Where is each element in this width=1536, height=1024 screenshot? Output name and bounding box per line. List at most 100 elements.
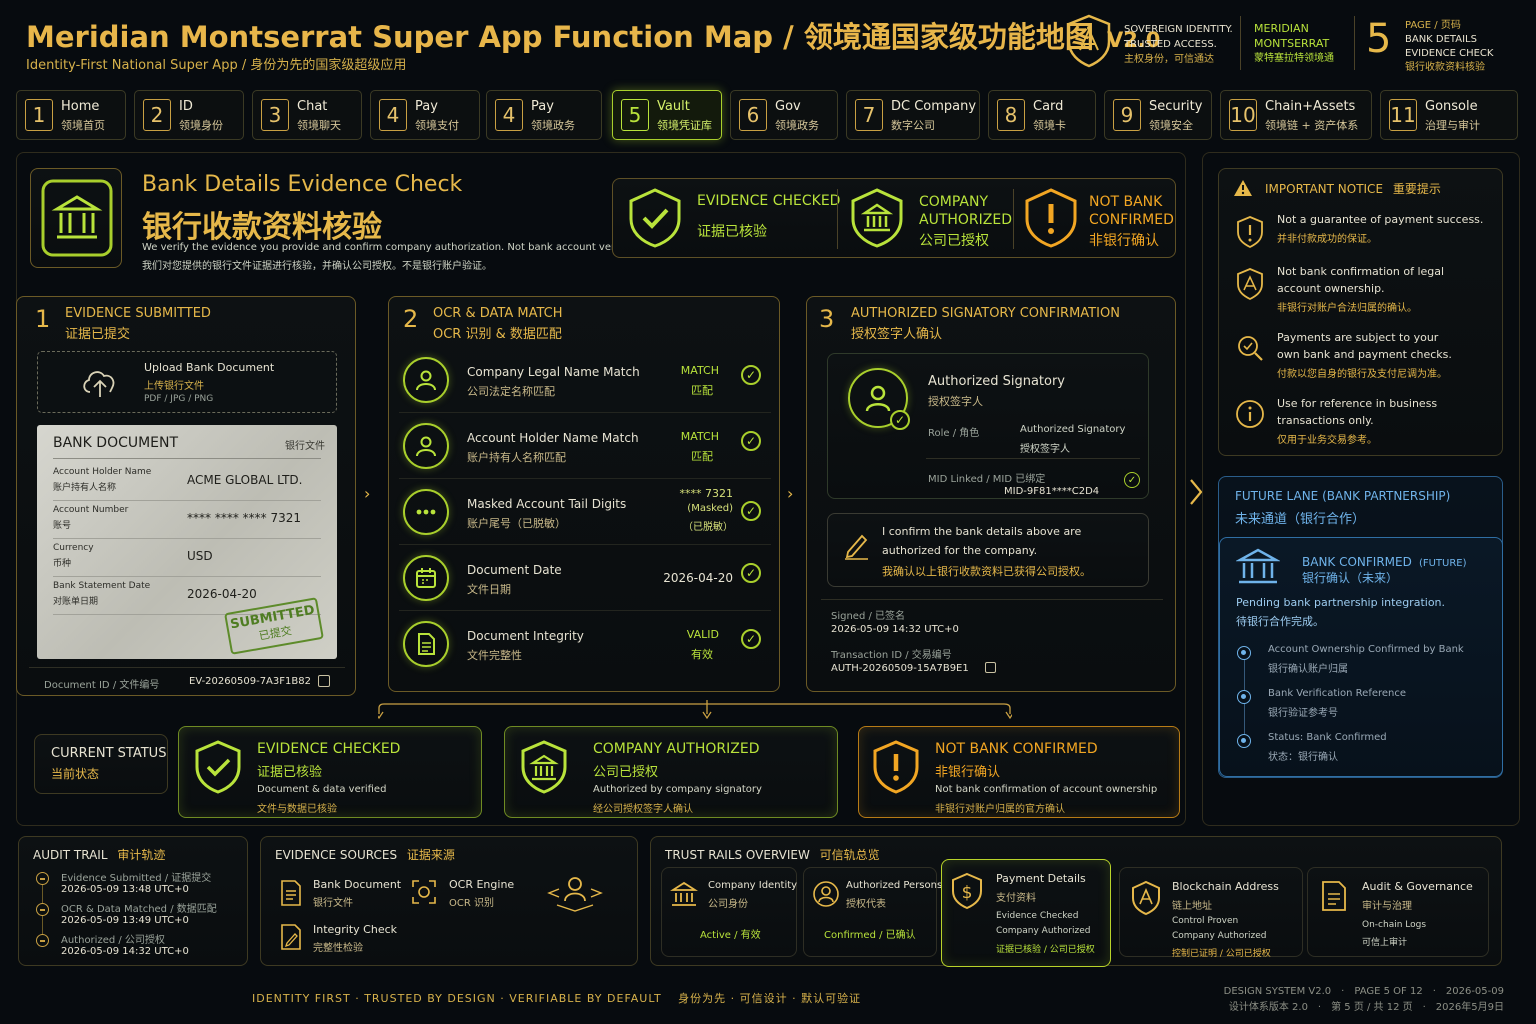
match-label-cn: 账户持有人名称匹配 [467,451,566,464]
rail-bank-icon [669,880,699,908]
match-label: Masked Account Tail Digits [467,497,627,511]
rail-company-identity[interactable]: Company Identity 公司身份 Active / 有效 [661,867,797,957]
rail-2-cn: 授权代表 [846,899,886,910]
match-value-2: (Masked) [687,503,733,514]
copy-tx-icon[interactable] [985,662,996,673]
notice-text-en-2: own bank and payment checks. [1277,348,1452,361]
dollar-shield-icon: $ [950,872,984,910]
nav-tab-number: 7 [855,99,883,131]
match-label-cn: 公司法定名称匹配 [467,385,555,398]
check-circle-icon: ✓ [741,563,761,583]
page-label-2: BANK DETAILS [1405,34,1477,45]
nav-tab-label: ID [179,99,193,114]
upload-dropzone[interactable]: Upload Bank Document 上传银行文件 PDF / JPG / … [37,351,337,413]
match-row: Masked Account Tail Digits 账户尾号（已脱敏） **** … [399,481,771,545]
nav-tab-number: 5 [621,99,649,131]
arrow-right-icon: › [364,484,371,503]
pending-en: Pending bank partnership integration. [1236,596,1446,609]
rail-blockchain-address[interactable]: Blockchain Address 链上地址 Control Proven C… [1119,867,1303,959]
nav-tab-9[interactable]: 8 Card 领境卡 [988,90,1096,140]
source-2-cn: OCR 识别 [449,898,494,909]
rail-audit-governance[interactable]: Audit & Governance 审计与治理 On-chain Logs 可… [1307,867,1489,957]
match-value: MATCH [680,364,719,377]
source-1-cn: 银行文件 [313,898,353,909]
badge-company-en-2: AUTHORIZED [919,212,1012,228]
nav-tab-label: Card [1033,99,1064,114]
notice-text-en: Payments are subject to your [1277,331,1439,344]
rail-1-cn: 公司身份 [708,899,748,910]
badge-notbank-en-2: CONFIRMED [1089,212,1174,228]
rails-title-cn: 可信轨总览 [819,848,880,862]
trust-rails-panel: TRUST RAILS OVERVIEW 可信轨总览 Company Ident… [650,836,1502,967]
audit-item: Evidence Submitted / 证据提交 2026-05-09 13:4… [35,869,245,899]
nav-tab-1[interactable]: 1 Home 领境首页 [16,90,126,140]
nav-tab-label: Gov [775,99,801,114]
step1-panel: 1 EVIDENCE SUBMITTED 证据已提交 Upload Bank D… [16,296,356,696]
nav-tab-7[interactable]: 6 Gov 领境政务 [730,90,838,140]
nav-tab-label-cn: 领境链 + 资产体系 [1265,119,1359,132]
nav-tab-11[interactable]: 10 Chain+Assets 领境链 + 资产体系 [1220,90,1372,140]
notice-item: Not a guarantee of payment success. 并非付款成… [1233,211,1493,271]
nav-tab-2[interactable]: 2 ID 领境身份 [134,90,244,140]
badge-notbank-cn: 非银行确认 [1089,233,1159,249]
notice-text-en: Use for reference in business [1277,397,1438,410]
hero-icon-box [30,168,122,268]
evidence-sources-panel: EVIDENCE SOURCES 证据来源 Bank Document 银行文件… [260,836,638,966]
check-circle-icon: ✓ [741,431,761,451]
audit-node-icon [36,903,49,916]
footer-meta-2: 设计体系版本 2.0 · 第 5 页 / 共 12 页 · 2026年5月9日 [1228,1002,1504,1013]
future-card-en: BANK CONFIRMED [1302,555,1412,569]
nav-tab-label-cn: 数字公司 [891,119,935,132]
nav-tab-label-cn: 领境政务 [531,119,575,132]
rail-authorized-persons[interactable]: Authorized Persons 授权代表 Confirmed / 已确认 [803,867,942,957]
doc-field-label: Currency [53,543,94,553]
status-label-box: CURRENT STATUS 当前状态 [34,734,168,794]
match-label: Company Legal Name Match [467,365,640,379]
nav-tab-label-cn: 领境支付 [415,119,459,132]
match-label-cn: 文件完整性 [467,649,522,662]
nav-tab-6[interactable]: 5 Vault 领境凭证库 [612,90,722,140]
match-value-cn: 匹配 [691,384,713,397]
audit-item: Authorized / 公司授权 2026-05-09 14:32 UTC+0 [35,931,245,961]
warning-shield-icon [1023,187,1079,249]
nav-tab-3[interactable]: 3 Chat 领境聊天 [252,90,362,140]
nav-tab-8[interactable]: 7 DC Company 数字公司 [846,90,980,140]
match-value-cn: 有效 [691,648,713,661]
nav-tab-4[interactable]: 4 Pay 领境支付 [370,90,480,140]
copy-icon[interactable] [318,675,330,687]
role-cn: 授权签字人 [1020,444,1070,455]
rail-payment-s1: Evidence Checked [996,911,1079,921]
nav-tab-label: Chain+Assets [1265,99,1356,114]
signatory-en: Authorized Signatory [928,374,1065,389]
identity-hub-icon [545,871,605,915]
audit-item-label: OCR & Data Matched / 数据匹配 [61,904,217,915]
signed-label: Signed / 已签名 [831,611,906,622]
sources-title-cn: 证据来源 [406,848,455,862]
step1-title-en: EVIDENCE SUBMITTED [65,306,211,321]
nav-tab-12[interactable]: 11 Gonsole 治理与审计 [1380,90,1518,140]
doc-field-label: Bank Statement Date [53,581,151,591]
doc-field-label: Account Number [53,505,129,515]
status-2-desc-cn: 经公司授权签字人确认 [593,804,693,815]
nav-tab-10[interactable]: 9 Security 领境安全 [1104,90,1212,140]
audit-title-cn: 审计轨迹 [117,848,166,862]
source-3-en: Integrity Check [313,923,398,936]
status-3-desc-en: Not bank confirmation of account ownersh… [935,784,1158,795]
confirm-box[interactable]: I confirm the bank details above are aut… [827,513,1149,587]
future-item-cn: 银行确认账户归属 [1268,664,1348,675]
nav-tab-5[interactable]: 4 Pay 领境政务 [486,90,602,140]
rail-gov-en: Audit & Governance [1362,880,1473,893]
doc-id-label: Document ID / 文件编号 [44,680,160,691]
bank-document-card: BANK DOCUMENT 银行文件 Account Holder Name 账户… [37,425,337,659]
confirm-en-1: I confirm the bank details above are [882,525,1082,538]
doc-field-label-cn: 对账单日期 [53,597,99,607]
rail-chain-s1: Control Proven [1172,916,1239,926]
document-icon [279,879,303,907]
rail-payment-details[interactable]: $ Payment Details 支付资料 Evidence Checked … [941,859,1111,967]
signatory-card: ✓ Authorized Signatory 授权签字人 Role / 角色 A… [827,353,1149,499]
rail-2-en: Authorized Persons [846,880,943,891]
nav-tab-number: 9 [1113,99,1141,131]
page-label-1: PAGE / 页码 [1405,20,1461,31]
upload-label-en: Upload Bank Document [144,361,275,374]
future-item-cn: 状态：银行确认 [1268,752,1338,763]
